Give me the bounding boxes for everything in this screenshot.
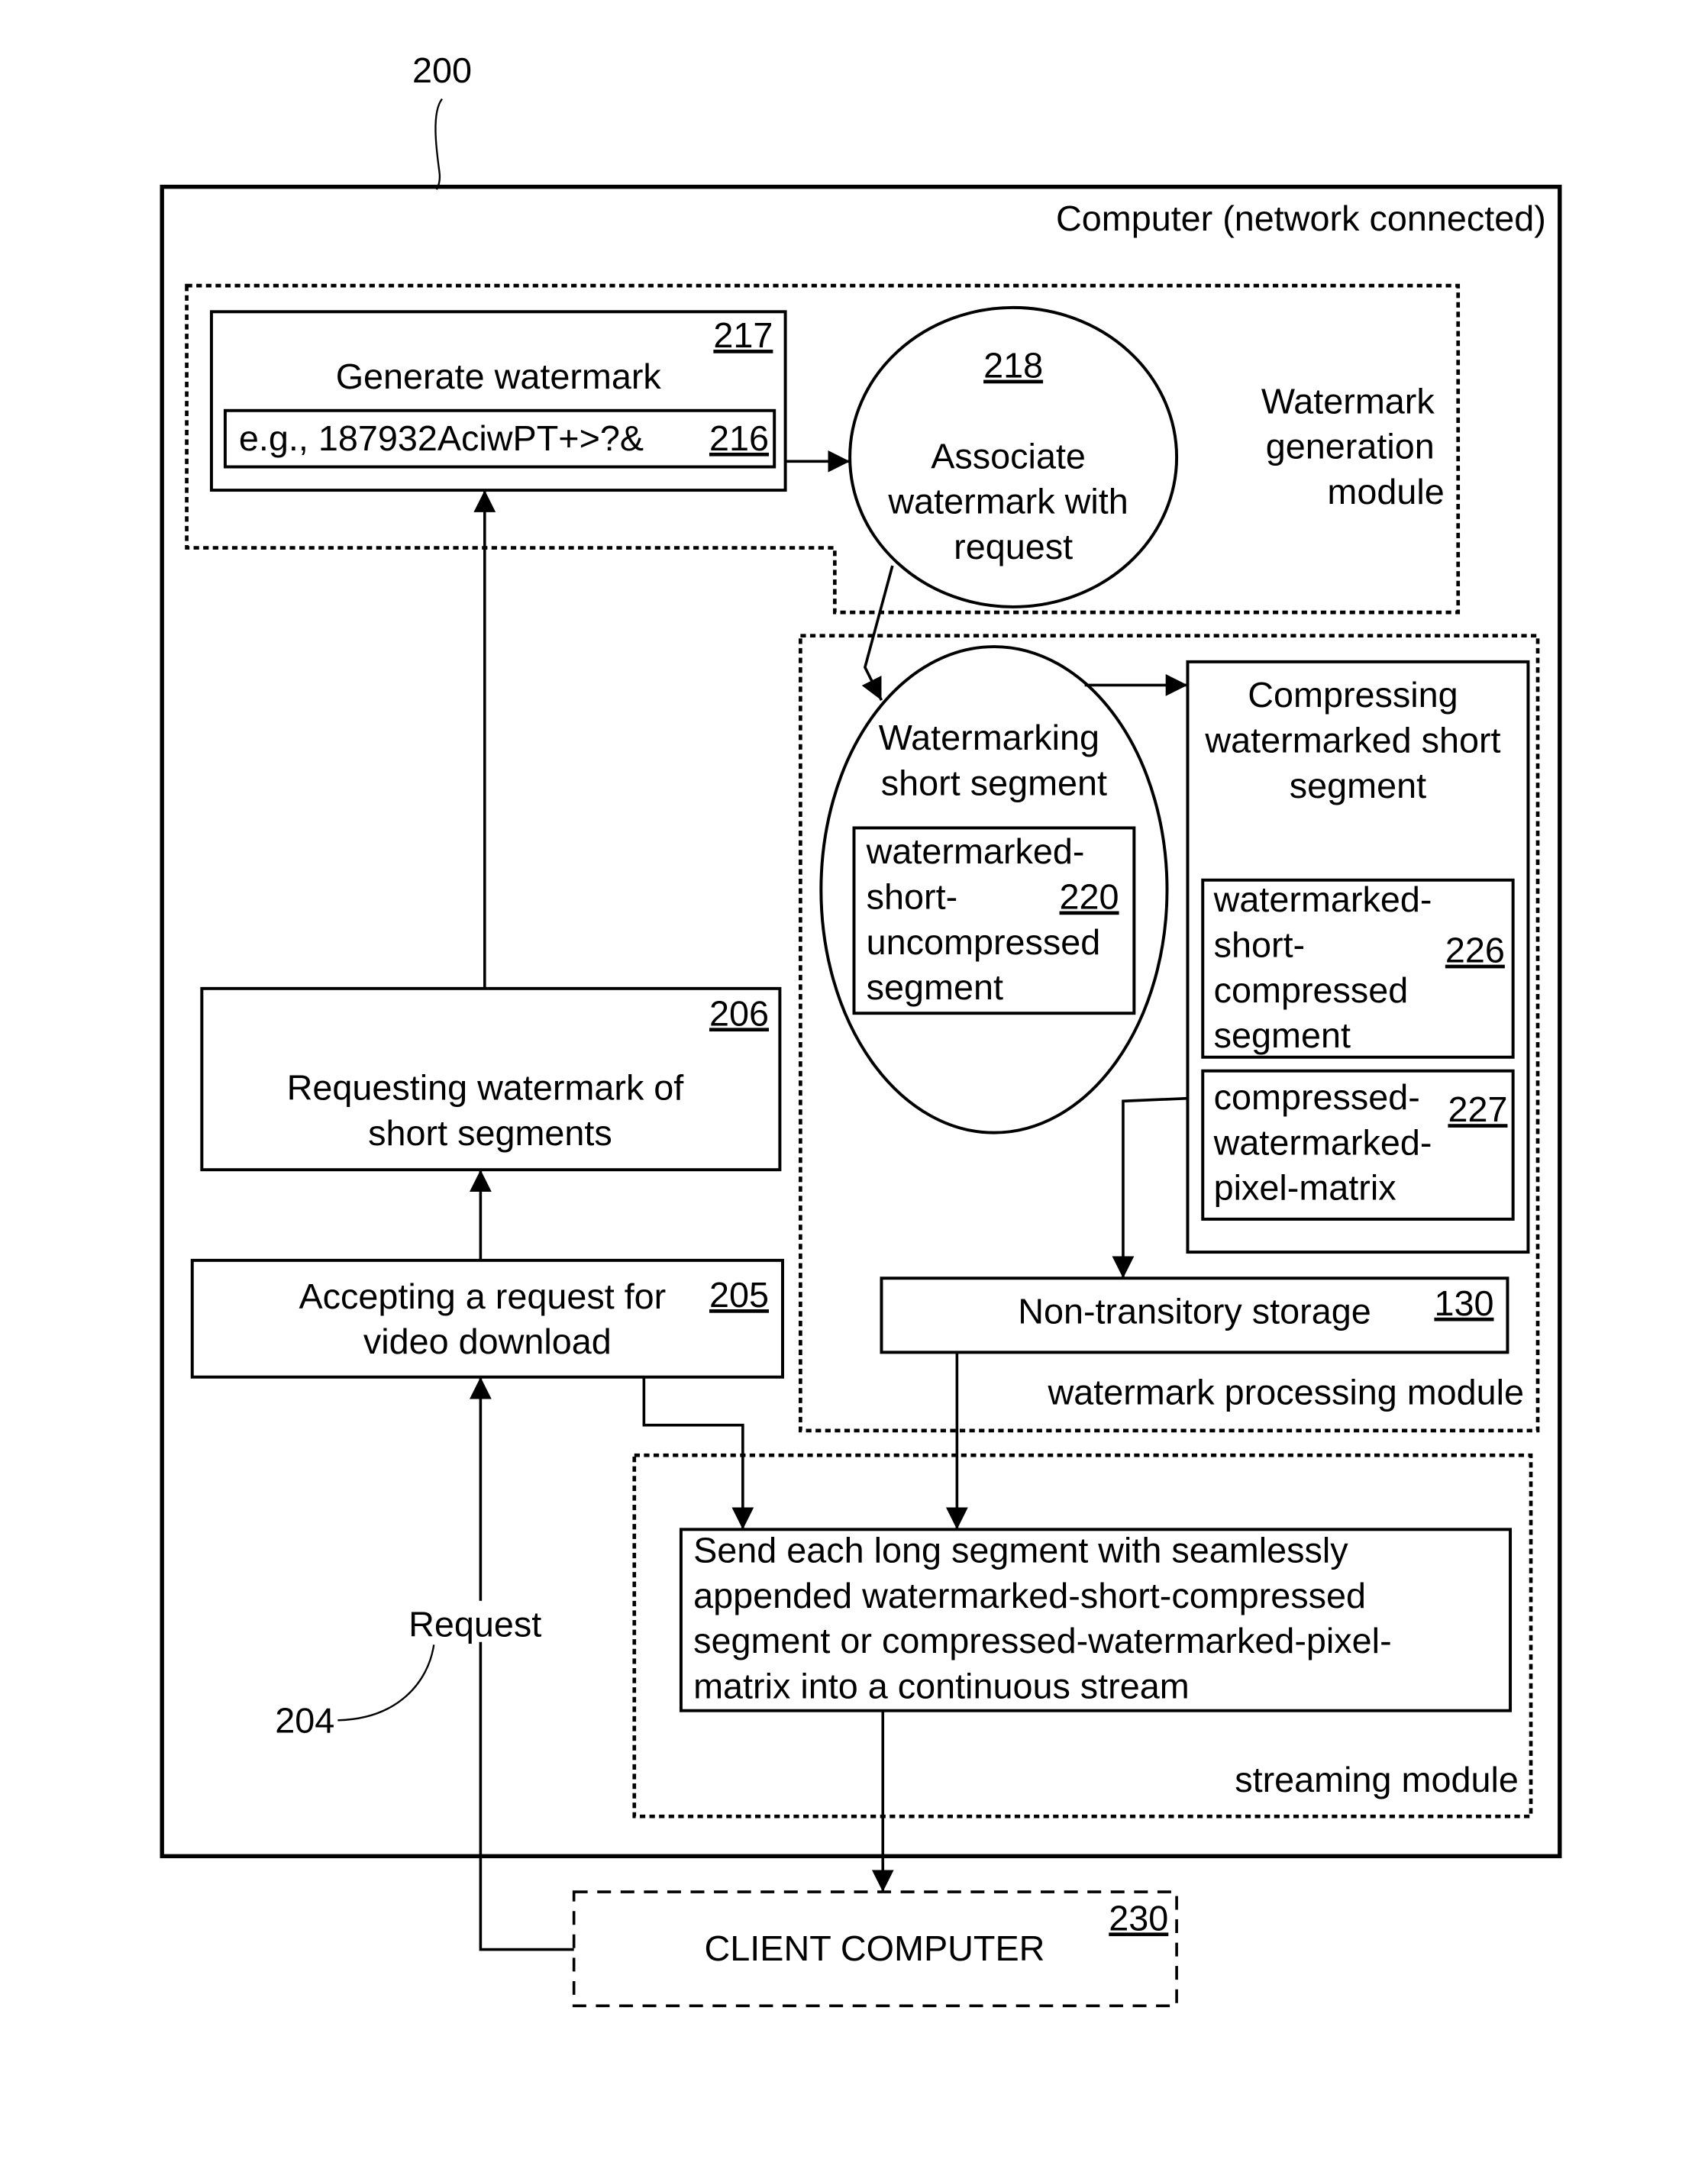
figure-ref-leader (434, 98, 443, 190)
patent-diagram: 200 Computer (network connected) Waterma… (160, 50, 1562, 2008)
generate-watermark-title: Generate watermark (336, 357, 662, 396)
watermarked-short-compressed-ref: 226 (1445, 931, 1505, 970)
storage-label: Non-transitory storage (1018, 1292, 1371, 1331)
arrow-client-request-to-accepting (469, 1376, 574, 1951)
generate-watermark-ref: 217 (713, 315, 773, 355)
compressed-watermarked-pixel-matrix-ref: 227 (1448, 1089, 1507, 1129)
watermark-processing-module-label: watermark processing module (1047, 1373, 1524, 1412)
accepting-request-ref: 205 (709, 1275, 769, 1315)
associate-ref: 218 (983, 346, 1043, 386)
request-label: Request (408, 1605, 541, 1644)
watermark-generation-module-label: Watermark generation module (1261, 381, 1445, 512)
arrow-accepting-to-send (642, 1376, 754, 1530)
storage-ref: 130 (1434, 1283, 1493, 1323)
request-ref-204: 204 (275, 1700, 334, 1740)
streaming-module-label: streaming module (1235, 1760, 1519, 1799)
arrow-compressing-to-storage (1112, 1096, 1188, 1279)
watermark-example-ref: 216 (709, 418, 769, 458)
watermarked-short-uncompressed-ref: 220 (1060, 877, 1119, 917)
arrow-associate-to-watermarking (861, 565, 894, 702)
client-computer-ref: 230 (1109, 1898, 1168, 1938)
watermark-example-text: e.g., 187932AciwPT+>?& (239, 418, 644, 458)
request-ref-leader (337, 1644, 435, 1722)
requesting-watermark-ref: 206 (709, 993, 769, 1033)
computer-label: Computer (network connected) (1056, 198, 1546, 238)
client-computer-label: CLIENT COMPUTER (705, 1928, 1045, 1968)
figure-ref-200: 200 (412, 50, 472, 90)
